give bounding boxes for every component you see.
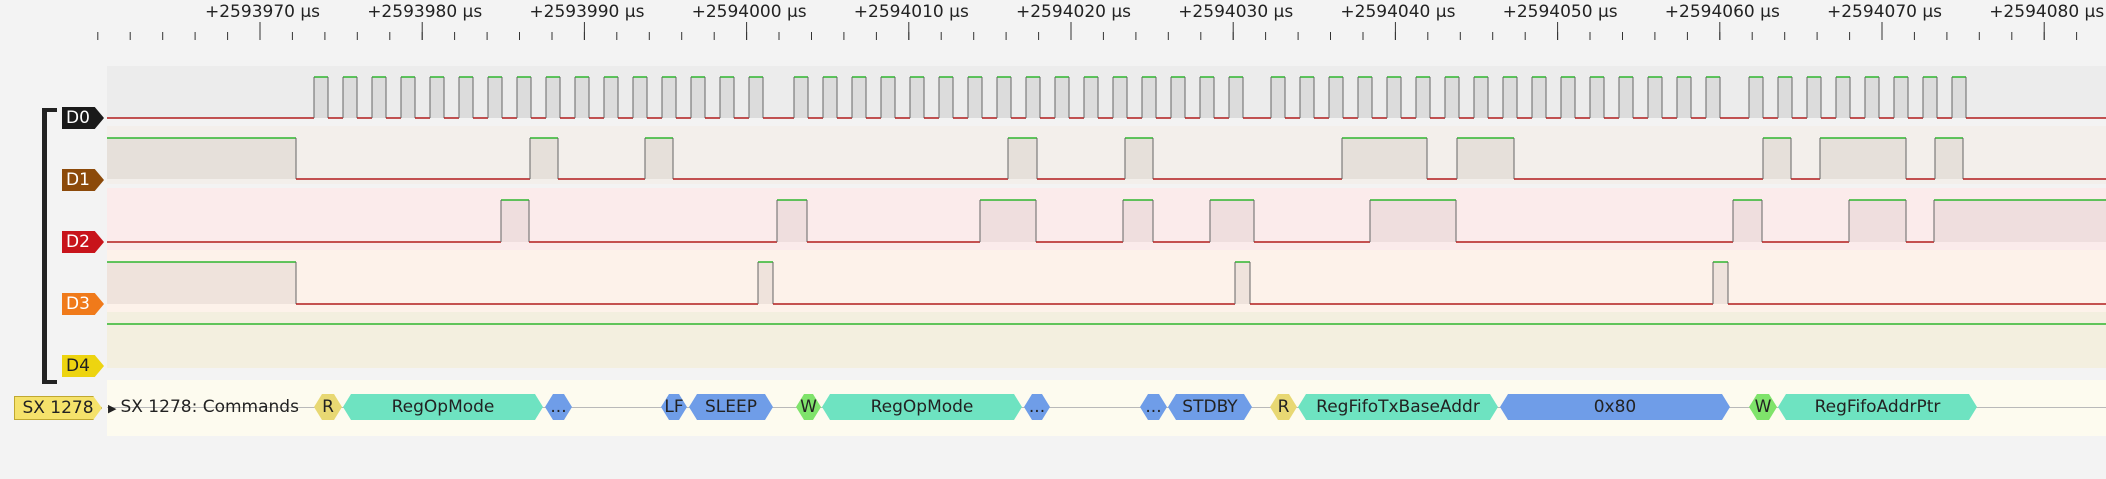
waveform-d1 bbox=[107, 137, 2106, 180]
waveform-d2 bbox=[107, 199, 2106, 243]
waveform-d4 bbox=[107, 323, 2106, 366]
decoder-annotation[interactable]: RegFifoTxBaseAddr bbox=[1298, 394, 1498, 420]
decoder-label[interactable]: SX 1278 bbox=[14, 396, 102, 420]
decoder-annotation[interactable]: RegOpMode bbox=[822, 394, 1022, 420]
decoder-annotation[interactable]: RegOpMode bbox=[343, 394, 543, 420]
waveform-d3 bbox=[107, 261, 2106, 305]
decoder-row-name[interactable]: ▶ SX 1278: Commands bbox=[108, 396, 299, 420]
channel-group-bracket bbox=[42, 108, 57, 384]
decoder-row-text: SX 1278: Commands bbox=[120, 397, 299, 417]
expand-arrow-icon[interactable]: ▶ bbox=[108, 402, 116, 415]
decoder-annotation[interactable]: STDBY bbox=[1168, 394, 1252, 420]
decoder-annotation[interactable]: SLEEP bbox=[689, 394, 773, 420]
waveform-d0 bbox=[107, 76, 2106, 119]
decoder-annotation[interactable]: 0x80 bbox=[1500, 394, 1730, 420]
decoder-annotation[interactable]: RegFifoAddrPtr bbox=[1778, 394, 1977, 420]
